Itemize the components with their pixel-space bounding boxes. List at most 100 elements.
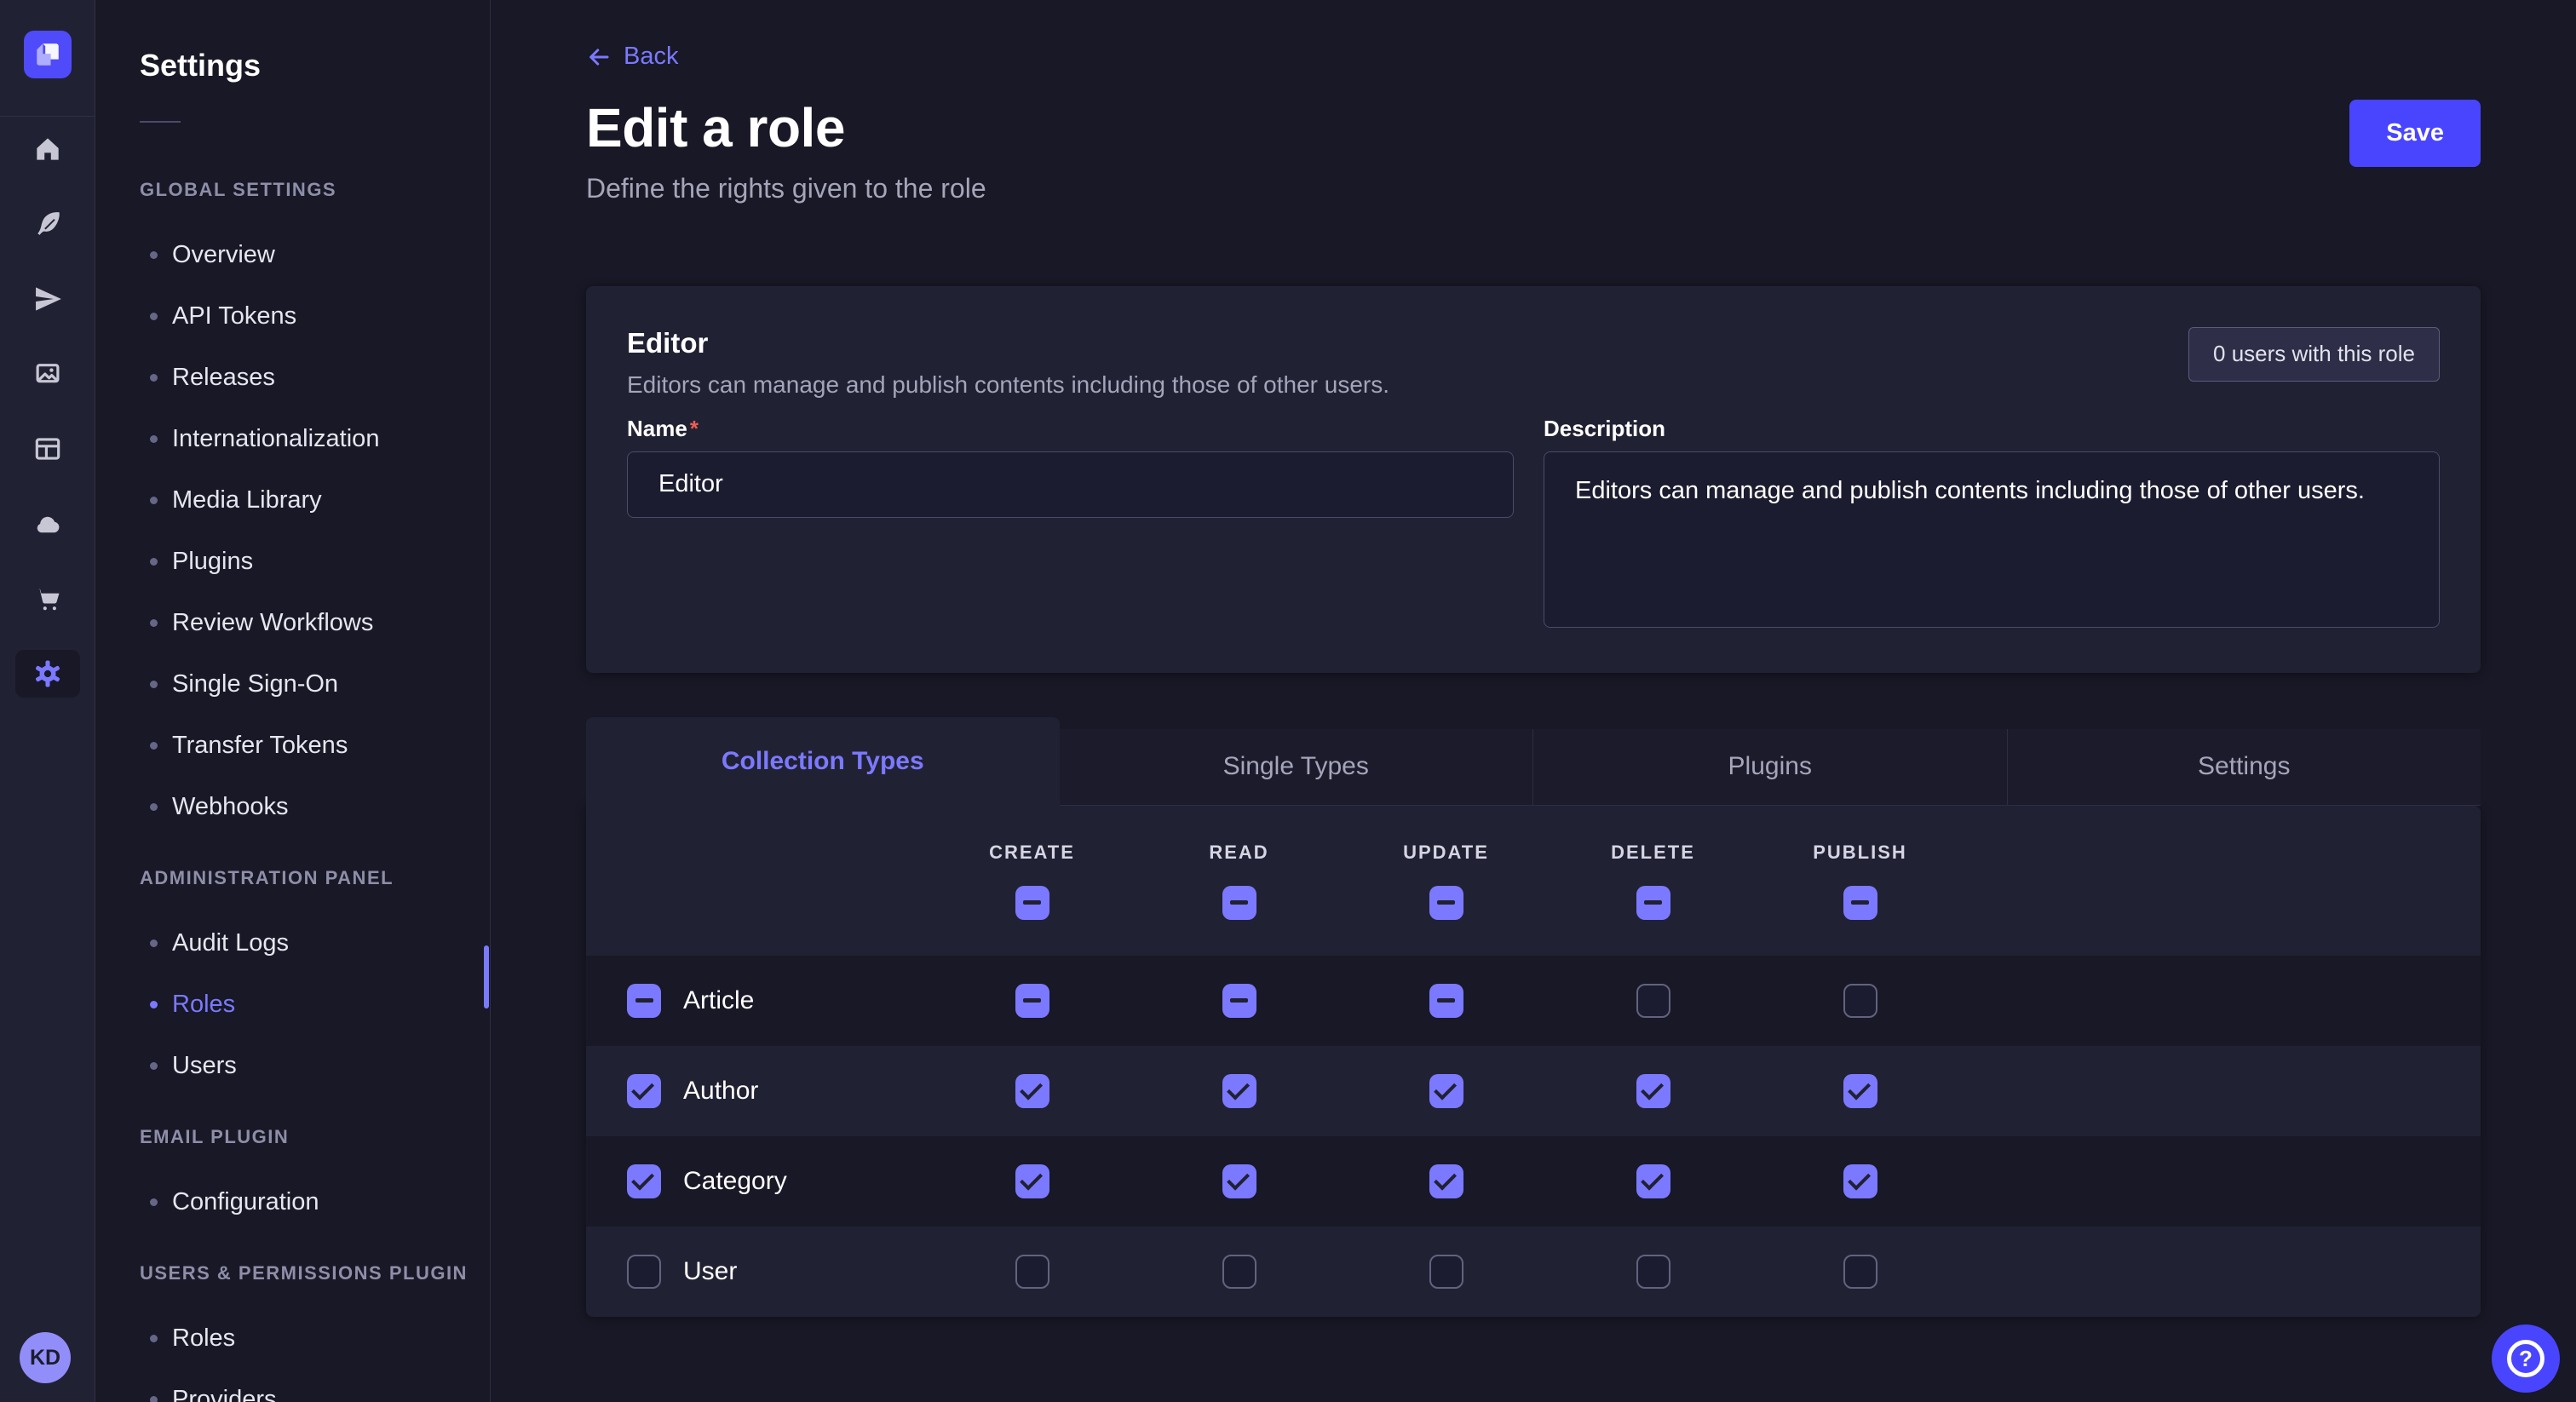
content-type-builder-feather-icon[interactable]	[15, 200, 80, 248]
sidebar-item-transfer-tokens[interactable]: Transfer Tokens	[95, 715, 490, 776]
sidebar-item-label: Roles	[172, 991, 235, 1019]
select-all-create-checkbox[interactable]	[1015, 886, 1049, 920]
tab-plugins[interactable]: Plugins	[1532, 729, 2007, 806]
sidebar-item-single-sign-on[interactable]: Single Sign-On	[95, 653, 490, 715]
sidebar-item-media-library[interactable]: Media Library	[95, 469, 490, 531]
row-select-checkbox-author[interactable]	[627, 1074, 661, 1108]
name-field-label: Name*	[627, 416, 1523, 441]
save-button[interactable]: Save	[2349, 100, 2481, 167]
settings-gear-icon[interactable]	[15, 650, 80, 698]
category-delete-checkbox[interactable]	[1636, 1164, 1670, 1198]
column-title-create: CREATE	[989, 842, 1075, 864]
sidebar-item-users[interactable]: Users	[95, 1035, 490, 1096]
sidebar-item-label: Releases	[172, 364, 275, 392]
strapi-logo-icon[interactable]	[24, 31, 72, 78]
page-header: Edit a role Define the rights given to t…	[586, 96, 2481, 204]
tab-collection-types[interactable]: Collection Types	[586, 717, 1060, 806]
media-library-pictures-icon[interactable]	[15, 350, 80, 398]
subnav-scrollbar-thumb[interactable]	[484, 945, 489, 1008]
article-read-checkbox[interactable]	[1222, 984, 1256, 1018]
cell	[1757, 1164, 1964, 1198]
article-update-checkbox[interactable]	[1429, 984, 1463, 1018]
section-label-global-settings: GLOBAL SETTINGS	[140, 179, 490, 201]
content-manager-layout-icon[interactable]	[15, 425, 80, 473]
cell	[1136, 1255, 1343, 1289]
section-label-email-plugin: EMAIL PLUGIN	[140, 1126, 490, 1148]
cell	[1136, 984, 1343, 1018]
select-all-read-checkbox[interactable]	[1222, 886, 1256, 920]
row-select-checkbox-user[interactable]	[627, 1255, 661, 1289]
select-all-delete-checkbox[interactable]	[1636, 886, 1670, 920]
home-icon[interactable]	[15, 125, 80, 173]
marketplace-cart-icon[interactable]	[15, 575, 80, 623]
role-description-heading: Editors can manage and publish contents …	[627, 371, 1389, 399]
sidebar-item-up-providers[interactable]: Providers	[95, 1369, 490, 1402]
column-create: CREATE	[929, 842, 1136, 920]
author-read-checkbox[interactable]	[1222, 1074, 1256, 1108]
row-label-cell: Category	[586, 1164, 929, 1198]
article-create-checkbox[interactable]	[1015, 984, 1049, 1018]
sidebar-item-label: Internationalization	[172, 425, 379, 453]
permission-row-category: Category	[586, 1136, 2481, 1227]
sidebar-item-label: Audit Logs	[172, 929, 289, 957]
subnav-title: Settings	[140, 48, 490, 83]
cell	[1757, 1255, 1964, 1289]
user-create-checkbox[interactable]	[1015, 1255, 1049, 1289]
author-create-checkbox[interactable]	[1015, 1074, 1049, 1108]
sidebar-item-api-tokens[interactable]: API Tokens	[95, 285, 490, 347]
category-read-checkbox[interactable]	[1222, 1164, 1256, 1198]
row-label: Article	[683, 986, 754, 1015]
main-nav-rail: KD	[0, 0, 95, 1402]
sidebar-item-label: Plugins	[172, 548, 253, 576]
sidebar-item-releases[interactable]: Releases	[95, 347, 490, 408]
sidebar-item-audit-logs[interactable]: Audit Logs	[95, 912, 490, 974]
deploy-paper-plane-icon[interactable]	[15, 275, 80, 323]
permission-row-user: User	[586, 1227, 2481, 1317]
role-name-heading: Editor	[627, 327, 1389, 359]
article-publish-checkbox[interactable]	[1843, 984, 1877, 1018]
tab-settings[interactable]: Settings	[2007, 729, 2481, 806]
user-delete-checkbox[interactable]	[1636, 1255, 1670, 1289]
sidebar-item-plugins[interactable]: Plugins	[95, 531, 490, 592]
role-name-input[interactable]	[627, 451, 1514, 518]
page-title: Edit a role	[586, 96, 986, 159]
name-field-group: Name*	[627, 416, 1523, 632]
sidebar-item-overview[interactable]: Overview	[95, 224, 490, 285]
author-publish-checkbox[interactable]	[1843, 1074, 1877, 1108]
sidebar-item-review-workflows[interactable]: Review Workflows	[95, 592, 490, 653]
article-delete-checkbox[interactable]	[1636, 984, 1670, 1018]
user-read-checkbox[interactable]	[1222, 1255, 1256, 1289]
permission-row-author: Author	[586, 1046, 2481, 1136]
select-all-update-checkbox[interactable]	[1429, 886, 1463, 920]
sidebar-item-webhooks[interactable]: Webhooks	[95, 776, 490, 837]
row-select-checkbox-category[interactable]	[627, 1164, 661, 1198]
sidebar-item-internationalization[interactable]: Internationalization	[95, 408, 490, 469]
category-create-checkbox[interactable]	[1015, 1164, 1049, 1198]
row-select-checkbox-article[interactable]	[627, 984, 661, 1018]
cloud-icon[interactable]	[15, 500, 80, 548]
cell	[1343, 1164, 1550, 1198]
select-all-publish-checkbox[interactable]	[1843, 886, 1877, 920]
strapi-admin-app: KD Settings GLOBAL SETTINGS Overview API…	[0, 0, 2576, 1402]
cell	[929, 1074, 1136, 1108]
sidebar-item-configuration[interactable]: Configuration	[95, 1171, 490, 1232]
back-link[interactable]: Back	[586, 43, 678, 71]
rail-divider	[0, 116, 95, 117]
permission-row-article: Article	[586, 956, 2481, 1046]
author-delete-checkbox[interactable]	[1636, 1074, 1670, 1108]
users-with-role-badge[interactable]: 0 users with this role	[2188, 327, 2440, 382]
help-button[interactable]: ?	[2492, 1324, 2560, 1393]
column-read: READ	[1136, 842, 1343, 920]
cell	[1550, 1255, 1757, 1289]
section-label-users-permissions-plugin: USERS & PERMISSIONS PLUGIN	[140, 1262, 490, 1284]
user-update-checkbox[interactable]	[1429, 1255, 1463, 1289]
tab-single-types[interactable]: Single Types	[1060, 729, 1533, 806]
category-publish-checkbox[interactable]	[1843, 1164, 1877, 1198]
user-avatar[interactable]: KD	[20, 1332, 71, 1383]
role-description-textarea[interactable]: Editors can manage and publish contents …	[1544, 451, 2440, 628]
user-publish-checkbox[interactable]	[1843, 1255, 1877, 1289]
author-update-checkbox[interactable]	[1429, 1074, 1463, 1108]
category-update-checkbox[interactable]	[1429, 1164, 1463, 1198]
sidebar-item-up-roles[interactable]: Roles	[95, 1307, 490, 1369]
sidebar-item-roles-active[interactable]: Roles	[95, 974, 490, 1035]
